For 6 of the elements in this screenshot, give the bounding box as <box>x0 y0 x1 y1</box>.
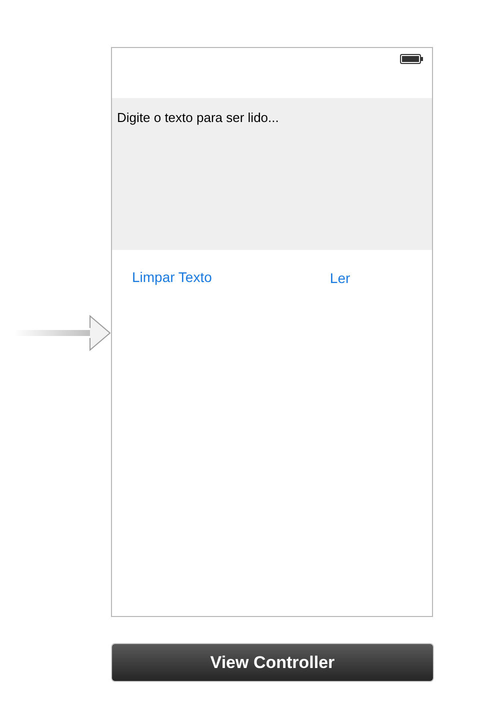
text-view-content: Digite o texto para ser lido... <box>117 110 279 125</box>
scene-title: View Controller <box>210 652 335 674</box>
text-button[interactable]: Limpar Texto <box>132 266 212 289</box>
text-view[interactable]: Digite o texto para ser lido... <box>112 98 432 250</box>
battery-icon <box>400 54 424 64</box>
text-button[interactable]: Ler <box>330 268 350 289</box>
